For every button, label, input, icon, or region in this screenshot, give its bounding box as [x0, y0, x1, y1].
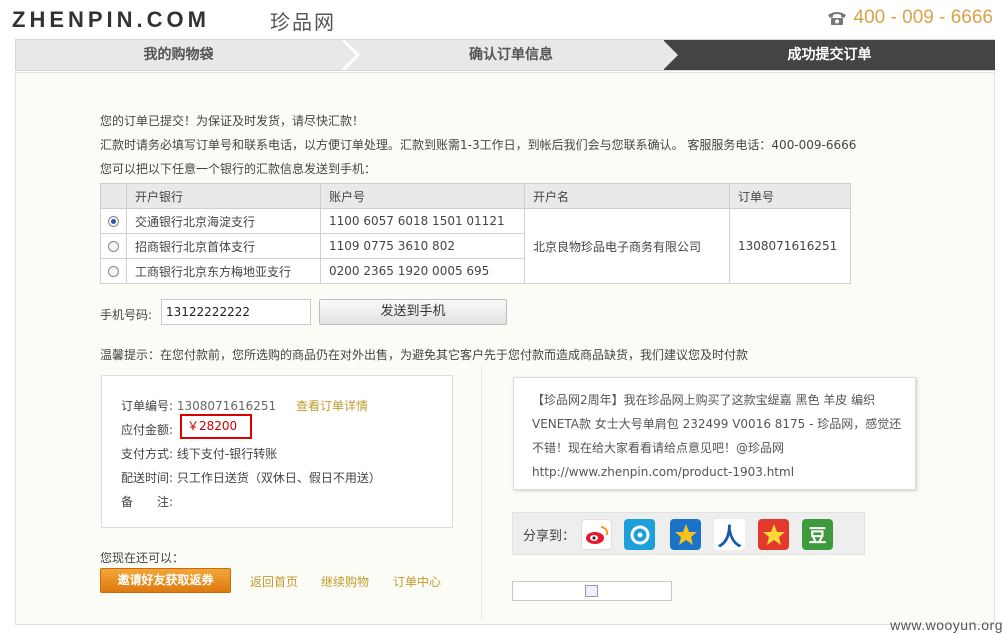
step-submitted: 成功提交订单	[664, 40, 995, 70]
step-cart: 我的购物袋	[143, 47, 214, 63]
header-account-name: 开户名	[524, 183, 730, 209]
continue-shopping-link[interactable]: 继续购物	[321, 573, 369, 590]
account-number: 1100 6057 6018 1501 01121	[320, 208, 525, 234]
delivery-row: 配送时间: 只工作日送货（双休日、假日不用送）	[121, 469, 381, 486]
notice-line-3: 您可以把以下任意一个银行的汇款信息发送到手机：	[100, 162, 377, 176]
header-order-no: 订单号	[729, 183, 851, 209]
phone-input[interactable]	[161, 299, 311, 325]
back-home-link[interactable]: 返回首页	[250, 573, 298, 590]
step-divider	[663, 40, 678, 70]
radio-cell	[100, 258, 127, 284]
qzone-icon[interactable]	[670, 519, 701, 550]
bank-name: 工商银行北京东方梅地亚支行	[126, 258, 321, 284]
tencent-weibo-icon[interactable]	[624, 519, 655, 550]
broken-image-icon	[585, 585, 598, 597]
view-order-detail-link[interactable]: 查看订单详情	[296, 397, 368, 414]
broken-image	[512, 581, 672, 601]
order-no-value: 1308071616251	[176, 399, 277, 413]
account-number: 1109 0775 3610 802	[320, 233, 525, 259]
checkout-steps: 我的购物袋 确认订单信息 成功提交订单	[15, 39, 995, 71]
delivery-label: 配送时间:	[121, 471, 174, 485]
order-number: 1308071616251	[729, 208, 851, 284]
notice-line-2: 汇款时请务必填写订单号和联系电话，以方便订单处理。汇款到账需1-3工作日，到帐后…	[100, 138, 857, 152]
amount-value: ￥28200	[180, 414, 252, 439]
radio-cell	[100, 208, 127, 234]
remark-label: 备 注:	[121, 495, 174, 509]
watermark: www.wooyun.org	[890, 617, 1003, 633]
bank-radio[interactable]	[108, 241, 119, 252]
hotline: 400 - 009 - 6666	[826, 7, 993, 29]
share-label: 分享到：	[523, 529, 576, 544]
pay-method-row: 支付方式: 线下支付-银行转账	[121, 445, 277, 462]
invite-friends-button[interactable]: 邀请好友获取返券	[100, 568, 231, 593]
phone-label: 手机号码:	[100, 308, 153, 322]
send-to-phone-button[interactable]: 发送到手机	[319, 299, 507, 325]
order-no-label: 订单编号:	[121, 399, 174, 413]
radio-cell	[100, 233, 127, 259]
order-center-link[interactable]: 订单中心	[393, 573, 441, 590]
hotline-number: 400 - 009 - 6666	[853, 7, 993, 28]
account-number: 0200 2365 1920 0005 695	[320, 258, 525, 284]
site-logo-cn: 珍品网	[270, 10, 336, 34]
site-logo[interactable]: ZHENPIN.COM	[12, 7, 210, 33]
pay-method-value: 线下支付-银行转账	[176, 447, 278, 461]
bank-name: 交通银行北京海淀支行	[126, 208, 321, 234]
share-message: 【珍品网2周年】我在珍品网上购买了这款宝缇嘉 黑色 羊皮 编织 VENETA款 …	[513, 377, 916, 490]
bank-radio[interactable]	[108, 216, 119, 227]
delivery-value: 只工作日送货（双休日、假日不用送）	[176, 471, 381, 485]
share-bar: 分享到： 人 豆	[512, 512, 865, 555]
renren-icon[interactable]: 人	[714, 519, 745, 551]
bank-table-header: 开户银行 账户号 开户名 订单号	[100, 183, 851, 209]
notice-line-1: 您的订单已提交！为保证及时发货，请尽快汇款！	[100, 114, 365, 128]
pay-method-label: 支付方式:	[121, 447, 174, 461]
bank-table: 开户银行 账户号 开户名 订单号 交通银行北京海淀支行 1100 6057 60…	[100, 183, 851, 284]
douban-icon[interactable]: 豆	[802, 519, 833, 550]
payment-tip: 温馨提示：在您付款前，您所选购的商品仍在对外出售，为避免其它客户先于您付款而造成…	[100, 348, 749, 362]
order-no-row: 订单编号: 1308071616251	[121, 397, 276, 414]
amount-label: 应付金额:	[121, 423, 174, 437]
header-bank: 开户银行	[126, 183, 321, 209]
kaixin-icon[interactable]	[758, 519, 789, 550]
step-confirm: 确认订单信息	[469, 47, 553, 63]
next-actions-label: 您现在还可以：	[100, 551, 185, 565]
header-cell	[100, 183, 127, 209]
header-account: 账户号	[320, 183, 525, 209]
account-name: 北京良物珍品电子商务有限公司	[524, 208, 730, 284]
bank-name: 招商银行北京首体支行	[126, 233, 321, 259]
bank-radio[interactable]	[108, 266, 119, 277]
phone-icon	[827, 12, 846, 25]
divider	[481, 365, 482, 620]
table-row[interactable]: 交通银行北京海淀支行 1100 6057 6018 1501 01121 北京良…	[100, 208, 851, 284]
weibo-icon[interactable]	[581, 519, 612, 550]
